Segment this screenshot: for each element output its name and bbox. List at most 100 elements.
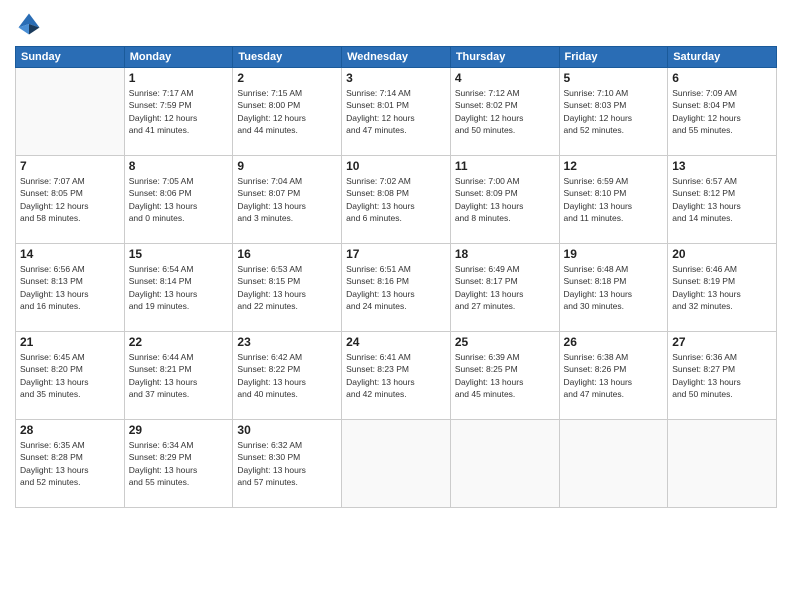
- day-info: Sunrise: 6:48 AMSunset: 8:18 PMDaylight:…: [564, 263, 664, 312]
- day-info: Sunrise: 7:15 AMSunset: 8:00 PMDaylight:…: [237, 87, 337, 136]
- day-info: Sunrise: 7:02 AMSunset: 8:08 PMDaylight:…: [346, 175, 446, 224]
- day-info: Sunrise: 6:54 AMSunset: 8:14 PMDaylight:…: [129, 263, 229, 312]
- day-number: 5: [564, 71, 664, 85]
- calendar-cell: 23 Sunrise: 6:42 AMSunset: 8:22 PMDayligh…: [233, 332, 342, 420]
- calendar-cell: 13Sunrise: 6:57 AMSunset: 8:12 PMDayligh…: [668, 156, 777, 244]
- day-info: Sunrise: 6:45 AMSunset: 8:20 PMDaylight:…: [20, 351, 120, 400]
- calendar-cell: 12 Sunrise: 6:59 AMSunset: 8:10 PMDayligh…: [559, 156, 668, 244]
- calendar-cell: 1 Sunrise: 7:17 AMSunset: 7:59 PMDaylight…: [124, 68, 233, 156]
- calendar-cell: 22 Sunrise: 6:44 AMSunset: 8:21 PMDayligh…: [124, 332, 233, 420]
- calendar-cell: 2 Sunrise: 7:15 AMSunset: 8:00 PMDaylight…: [233, 68, 342, 156]
- weekday-monday: Monday: [124, 47, 233, 68]
- day-info: Sunrise: 7:00 AMSunset: 8:09 PMDaylight:…: [455, 175, 555, 224]
- day-number: 2: [237, 71, 337, 85]
- calendar-cell: 4Sunrise: 7:12 AMSunset: 8:02 PMDaylight…: [450, 68, 559, 156]
- day-info: Sunrise: 6:56 AMSunset: 8:13 PMDaylight:…: [20, 263, 120, 312]
- day-number: 6: [672, 71, 772, 85]
- calendar-cell: 7Sunrise: 7:07 AMSunset: 8:05 PMDaylight…: [16, 156, 125, 244]
- day-info: Sunrise: 6:51 AMSunset: 8:16 PMDaylight:…: [346, 263, 446, 312]
- day-info: Sunrise: 6:59 AMSunset: 8:10 PMDaylight:…: [564, 175, 664, 224]
- calendar-week-1: 1 Sunrise: 7:17 AMSunset: 7:59 PMDaylight…: [16, 68, 777, 156]
- calendar-cell: [16, 68, 125, 156]
- day-number: 19: [564, 247, 664, 261]
- day-number: 18: [455, 247, 555, 261]
- calendar-cell: [450, 420, 559, 508]
- day-number: 3: [346, 71, 446, 85]
- calendar-cell: 9 Sunrise: 7:04 AMSunset: 8:07 PMDaylight…: [233, 156, 342, 244]
- day-info: Sunrise: 6:57 AMSunset: 8:12 PMDaylight:…: [672, 175, 772, 224]
- page: SundayMondayTuesdayWednesdayThursdayFrid…: [0, 0, 792, 612]
- calendar-cell: 18Sunrise: 6:49 AMSunset: 8:17 PMDayligh…: [450, 244, 559, 332]
- day-info: Sunrise: 6:53 AMSunset: 8:15 PMDaylight:…: [237, 263, 337, 312]
- calendar-cell: 30Sunrise: 6:32 AMSunset: 8:30 PMDayligh…: [233, 420, 342, 508]
- day-number: 26: [564, 335, 664, 349]
- day-info: Sunrise: 6:44 AMSunset: 8:21 PMDaylight:…: [129, 351, 229, 400]
- day-info: Sunrise: 6:34 AMSunset: 8:29 PMDaylight:…: [129, 439, 229, 488]
- day-number: 12: [564, 159, 664, 173]
- calendar-cell: 27 Sunrise: 6:36 AMSunset: 8:27 PMDayligh…: [668, 332, 777, 420]
- day-info: Sunrise: 6:35 AMSunset: 8:28 PMDaylight:…: [20, 439, 120, 488]
- weekday-wednesday: Wednesday: [342, 47, 451, 68]
- logo: [15, 10, 47, 38]
- day-info: Sunrise: 6:41 AMSunset: 8:23 PMDaylight:…: [346, 351, 446, 400]
- calendar-cell: [559, 420, 668, 508]
- weekday-saturday: Saturday: [668, 47, 777, 68]
- day-number: 10: [346, 159, 446, 173]
- calendar-cell: [668, 420, 777, 508]
- weekday-thursday: Thursday: [450, 47, 559, 68]
- calendar-cell: 20 Sunrise: 6:46 AMSunset: 8:19 PMDayligh…: [668, 244, 777, 332]
- day-info: Sunrise: 7:09 AMSunset: 8:04 PMDaylight:…: [672, 87, 772, 136]
- calendar-cell: 15 Sunrise: 6:54 AMSunset: 8:14 PMDayligh…: [124, 244, 233, 332]
- calendar-week-2: 7Sunrise: 7:07 AMSunset: 8:05 PMDaylight…: [16, 156, 777, 244]
- calendar-cell: 8Sunrise: 7:05 AMSunset: 8:06 PMDaylight…: [124, 156, 233, 244]
- day-info: Sunrise: 6:42 AMSunset: 8:22 PMDaylight:…: [237, 351, 337, 400]
- day-info: Sunrise: 6:46 AMSunset: 8:19 PMDaylight:…: [672, 263, 772, 312]
- calendar-week-3: 14 Sunrise: 6:56 AMSunset: 8:13 PMDayligh…: [16, 244, 777, 332]
- calendar-cell: [342, 420, 451, 508]
- logo-icon: [15, 10, 43, 38]
- day-info: Sunrise: 6:38 AMSunset: 8:26 PMDaylight:…: [564, 351, 664, 400]
- calendar-cell: 5 Sunrise: 7:10 AMSunset: 8:03 PMDaylight…: [559, 68, 668, 156]
- day-number: 9: [237, 159, 337, 173]
- calendar-cell: 11 Sunrise: 7:00 AMSunset: 8:09 PMDayligh…: [450, 156, 559, 244]
- calendar-cell: 28 Sunrise: 6:35 AMSunset: 8:28 PMDayligh…: [16, 420, 125, 508]
- day-number: 11: [455, 159, 555, 173]
- day-number: 15: [129, 247, 229, 261]
- day-number: 16: [237, 247, 337, 261]
- calendar-week-5: 28 Sunrise: 6:35 AMSunset: 8:28 PMDayligh…: [16, 420, 777, 508]
- day-info: Sunrise: 7:14 AMSunset: 8:01 PMDaylight:…: [346, 87, 446, 136]
- day-number: 1: [129, 71, 229, 85]
- day-info: Sunrise: 7:17 AMSunset: 7:59 PMDaylight:…: [129, 87, 229, 136]
- day-number: 29: [129, 423, 229, 437]
- day-number: 27: [672, 335, 772, 349]
- weekday-header-row: SundayMondayTuesdayWednesdayThursdayFrid…: [16, 47, 777, 68]
- day-number: 14: [20, 247, 120, 261]
- calendar-cell: 26 Sunrise: 6:38 AMSunset: 8:26 PMDayligh…: [559, 332, 668, 420]
- calendar-cell: 25Sunrise: 6:39 AMSunset: 8:25 PMDayligh…: [450, 332, 559, 420]
- day-info: Sunrise: 7:10 AMSunset: 8:03 PMDaylight:…: [564, 87, 664, 136]
- day-number: 22: [129, 335, 229, 349]
- day-number: 30: [237, 423, 337, 437]
- day-info: Sunrise: 6:36 AMSunset: 8:27 PMDaylight:…: [672, 351, 772, 400]
- day-info: Sunrise: 7:04 AMSunset: 8:07 PMDaylight:…: [237, 175, 337, 224]
- day-number: 23: [237, 335, 337, 349]
- day-number: 28: [20, 423, 120, 437]
- calendar-table: SundayMondayTuesdayWednesdayThursdayFrid…: [15, 46, 777, 508]
- calendar-cell: 17Sunrise: 6:51 AMSunset: 8:16 PMDayligh…: [342, 244, 451, 332]
- day-info: Sunrise: 7:07 AMSunset: 8:05 PMDaylight:…: [20, 175, 120, 224]
- calendar-cell: 10 Sunrise: 7:02 AMSunset: 8:08 PMDayligh…: [342, 156, 451, 244]
- calendar-cell: 21Sunrise: 6:45 AMSunset: 8:20 PMDayligh…: [16, 332, 125, 420]
- weekday-tuesday: Tuesday: [233, 47, 342, 68]
- calendar-week-4: 21Sunrise: 6:45 AMSunset: 8:20 PMDayligh…: [16, 332, 777, 420]
- calendar-cell: 6 Sunrise: 7:09 AMSunset: 8:04 PMDaylight…: [668, 68, 777, 156]
- day-number: 8: [129, 159, 229, 173]
- weekday-sunday: Sunday: [16, 47, 125, 68]
- calendar-cell: 24Sunrise: 6:41 AMSunset: 8:23 PMDayligh…: [342, 332, 451, 420]
- weekday-friday: Friday: [559, 47, 668, 68]
- day-info: Sunrise: 7:12 AMSunset: 8:02 PMDaylight:…: [455, 87, 555, 136]
- calendar-cell: 16 Sunrise: 6:53 AMSunset: 8:15 PMDayligh…: [233, 244, 342, 332]
- calendar-cell: 14 Sunrise: 6:56 AMSunset: 8:13 PMDayligh…: [16, 244, 125, 332]
- day-info: Sunrise: 6:39 AMSunset: 8:25 PMDaylight:…: [455, 351, 555, 400]
- calendar-cell: 29 Sunrise: 6:34 AMSunset: 8:29 PMDayligh…: [124, 420, 233, 508]
- day-number: 20: [672, 247, 772, 261]
